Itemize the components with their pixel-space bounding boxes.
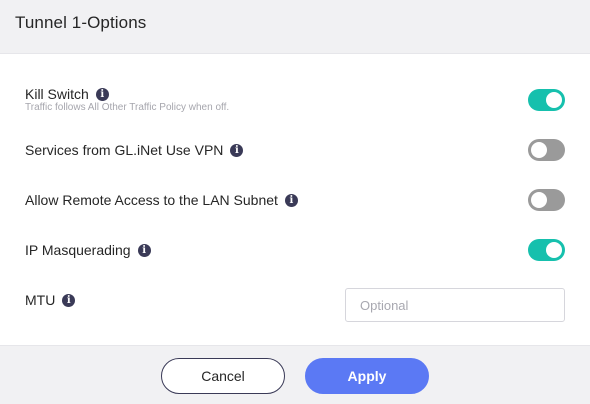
option-label: Allow Remote Access to the LAN Subnet [25,192,278,208]
ip-masquerading-toggle[interactable] [528,239,565,261]
info-icon[interactable]: i [137,243,151,257]
info-icon[interactable]: i [62,293,76,307]
option-label: Kill Switch [25,86,89,102]
dialog-title: Tunnel 1-Options [15,13,147,32]
apply-button[interactable]: Apply [305,358,429,394]
mtu-label: MTU [25,292,56,308]
tunnel-options-dialog: Tunnel 1-Options Kill Switch i Traffic f… [0,0,590,404]
option-label: IP Masquerading [25,242,131,258]
kill-switch-toggle[interactable] [528,89,565,111]
info-icon[interactable]: i [230,143,244,157]
option-label-row: Allow Remote Access to the LAN Subnet i [25,192,298,208]
option-label: Services from GL.iNet Use VPN [25,142,224,158]
dialog-footer: Cancel Apply [0,345,590,404]
toggle-knob [531,142,547,158]
option-subtext: Traffic follows All Other Traffic Policy… [25,102,230,113]
cancel-button[interactable]: Cancel [161,358,285,394]
toggle-knob [531,192,547,208]
toggle-knob [546,92,562,108]
option-label-row: Kill Switch i [25,86,109,102]
option-label-row: MTU i [25,292,76,308]
info-icon[interactable]: i [284,193,298,207]
services-vpn-toggle[interactable] [528,139,565,161]
toggle-knob [546,242,562,258]
option-label-row: IP Masquerading i [25,242,151,258]
dialog-header: Tunnel 1-Options [0,0,590,54]
info-icon[interactable]: i [95,87,109,101]
remote-access-toggle[interactable] [528,189,565,211]
mtu-input[interactable] [345,288,565,322]
option-label-row: Services from GL.iNet Use VPN i [25,142,244,158]
